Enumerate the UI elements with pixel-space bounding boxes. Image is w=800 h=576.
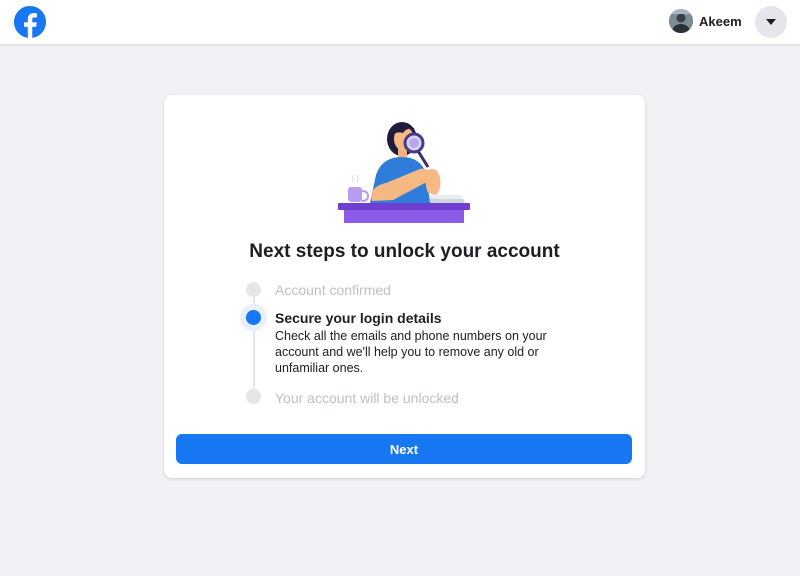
unlock-account-card: Next steps to unlock your account Accoun… xyxy=(164,95,645,478)
next-button[interactable]: Next xyxy=(176,434,632,464)
profile-name: Akeem xyxy=(699,13,742,29)
page-title: Next steps to unlock your account xyxy=(249,241,560,262)
step-3-label: Your account will be unlocked xyxy=(275,390,459,406)
step-1-indicator xyxy=(246,282,261,297)
facebook-logo-icon[interactable] xyxy=(13,5,47,39)
woman-magnifying-glass-illustration xyxy=(338,122,470,223)
step-3-indicator xyxy=(246,389,261,404)
step-2-label: Secure your login details xyxy=(275,310,442,326)
avatar xyxy=(669,9,693,33)
step-2-indicator xyxy=(246,310,261,325)
profile-button[interactable]: Akeem xyxy=(669,6,742,36)
step-2-description: Check all the emails and phone numbers o… xyxy=(275,329,547,375)
top-navigation-bar: Akeem xyxy=(0,0,800,44)
account-menu-button[interactable] xyxy=(755,6,787,38)
caret-down-icon xyxy=(766,19,776,25)
step-1-label: Account confirmed xyxy=(275,282,391,298)
